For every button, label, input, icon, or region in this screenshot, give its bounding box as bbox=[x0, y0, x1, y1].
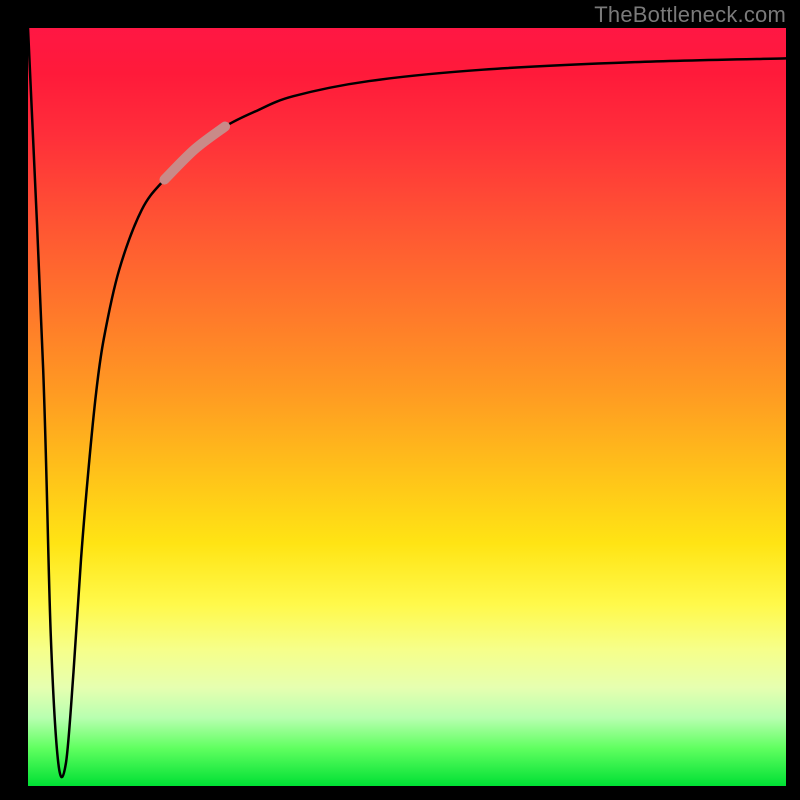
curve-highlight-segment bbox=[164, 127, 225, 180]
chart-frame: TheBottleneck.com bbox=[0, 0, 800, 800]
bottleneck-curve bbox=[28, 28, 786, 786]
watermark-text: TheBottleneck.com bbox=[594, 2, 786, 28]
plot-area bbox=[28, 28, 786, 786]
